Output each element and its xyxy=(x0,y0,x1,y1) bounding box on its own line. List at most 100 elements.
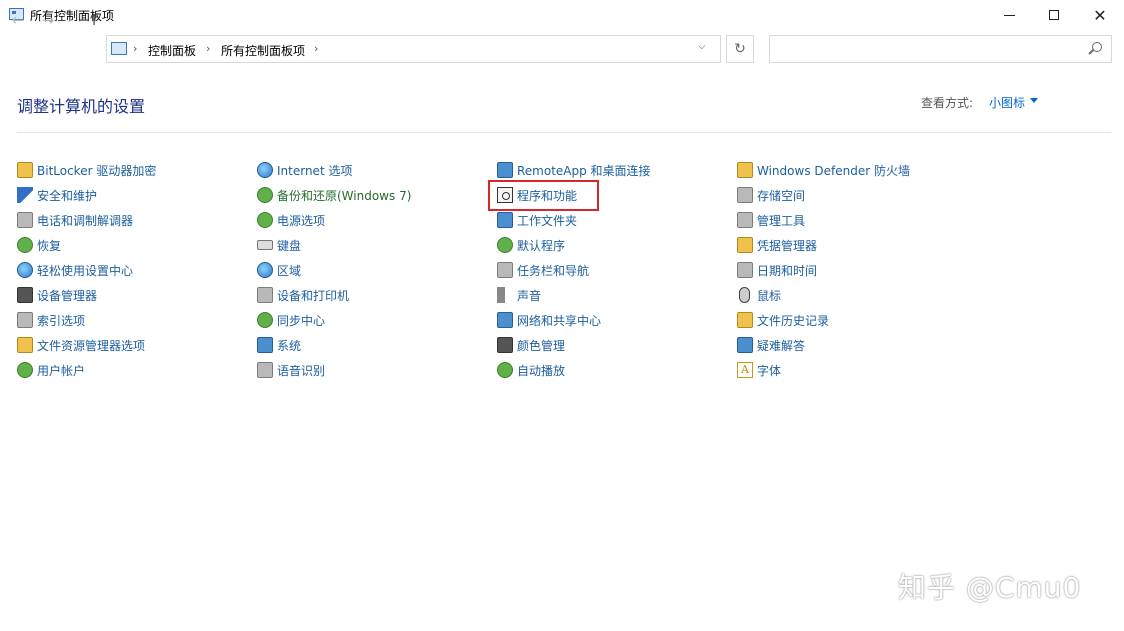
item-label: 凭据管理器 xyxy=(757,238,818,253)
breadcrumb-control-panel[interactable]: 控制面板 xyxy=(148,42,196,59)
credential-icon xyxy=(737,237,753,253)
troubleshoot-icon xyxy=(737,337,753,353)
firewall-icon xyxy=(737,162,753,178)
item-default-programs[interactable]: 默认程序 xyxy=(497,235,565,255)
item-file-explorer-options[interactable]: 文件资源管理器选项 xyxy=(17,335,145,355)
item-work-folders[interactable]: 工作文件夹 xyxy=(497,210,577,230)
item-label: 轻松使用设置中心 xyxy=(37,263,134,278)
arrow-left-icon: ← xyxy=(11,11,25,29)
font-icon xyxy=(737,362,753,378)
view-by-dropdown[interactable]: 小图标 xyxy=(989,94,1025,111)
highlight-box xyxy=(488,180,599,211)
page-title: 调整计算机的设置 xyxy=(17,97,146,116)
item-admin-tools[interactable]: 管理工具 xyxy=(737,210,805,230)
refresh-button[interactable]: ↻ xyxy=(726,35,754,63)
item-color-management[interactable]: 颜色管理 xyxy=(497,335,565,355)
item-user-accounts[interactable]: 用户帐户 xyxy=(17,360,85,380)
item-bitlocker[interactable]: BitLocker 驱动器加密 xyxy=(17,160,156,180)
breadcrumb-all-items[interactable]: 所有控制面板项 xyxy=(221,42,305,59)
item-label: 同步中心 xyxy=(277,313,326,328)
item-internet-options[interactable]: Internet 选项 xyxy=(257,160,352,180)
breadcrumb-separator[interactable]: › xyxy=(314,42,318,55)
item-label: 疑难解答 xyxy=(757,338,806,353)
color-management-icon xyxy=(497,337,513,353)
item-label: 颜色管理 xyxy=(517,338,566,353)
item-remoteapp[interactable]: RemoteApp 和桌面连接 xyxy=(497,160,651,180)
close-button[interactable]: ✕ xyxy=(1077,0,1123,30)
region-icon xyxy=(257,262,273,278)
item-label: 电源选项 xyxy=(277,213,326,228)
item-keyboard[interactable]: 键盘 xyxy=(257,235,301,255)
chevron-down-icon[interactable] xyxy=(1030,98,1038,103)
file-history-icon xyxy=(737,312,753,328)
recent-locations-button[interactable]: ⌵ xyxy=(63,10,75,30)
item-label: Internet 选项 xyxy=(277,163,353,178)
item-sound[interactable]: 声音 xyxy=(497,285,541,305)
minimize-button[interactable] xyxy=(986,0,1032,30)
close-icon: ✕ xyxy=(1093,5,1107,25)
item-label: 系统 xyxy=(277,338,302,353)
forward-button[interactable]: → xyxy=(38,10,58,30)
address-bar[interactable]: › 控制面板 › 所有控制面板项 › ⌵ xyxy=(106,35,721,63)
search-icon[interactable] xyxy=(1092,42,1102,52)
item-security-maintenance[interactable]: 安全和维护 xyxy=(17,185,97,205)
item-label: 文件资源管理器选项 xyxy=(37,338,146,353)
item-credential-manager[interactable]: 凭据管理器 xyxy=(737,235,817,255)
network-icon xyxy=(497,312,513,328)
search-box[interactable] xyxy=(769,35,1112,63)
item-file-history[interactable]: 文件历史记录 xyxy=(737,310,829,330)
item-date-time[interactable]: 日期和时间 xyxy=(737,260,817,280)
item-label: 恢复 xyxy=(37,238,62,253)
item-speech-recognition[interactable]: 语音识别 xyxy=(257,360,325,380)
item-devices-printers[interactable]: 设备和打印机 xyxy=(257,285,349,305)
item-troubleshooting[interactable]: 疑难解答 xyxy=(737,335,805,355)
item-mouse[interactable]: 鼠标 xyxy=(737,285,781,305)
item-power-options[interactable]: 电源选项 xyxy=(257,210,325,230)
chevron-down-icon: ⌵ xyxy=(65,15,73,25)
breadcrumb-separator[interactable]: › xyxy=(206,42,210,55)
item-label: 文件历史记录 xyxy=(757,313,830,328)
internet-options-icon xyxy=(257,162,273,178)
item-backup-restore[interactable]: 备份和还原(Windows 7) xyxy=(257,185,411,205)
calendar-icon xyxy=(737,262,753,278)
item-taskbar-navigation[interactable]: 任务栏和导航 xyxy=(497,260,589,280)
minimize-icon xyxy=(1003,14,1015,16)
up-button[interactable]: ↑ xyxy=(84,10,104,30)
item-sync-center[interactable]: 同步中心 xyxy=(257,310,325,330)
item-device-manager[interactable]: 设备管理器 xyxy=(17,285,97,305)
microphone-icon xyxy=(257,362,273,378)
address-dropdown-icon[interactable]: ⌵ xyxy=(698,41,714,52)
item-label: 自动播放 xyxy=(517,363,566,378)
item-label: 语音识别 xyxy=(277,363,326,378)
power-icon xyxy=(257,212,273,228)
flag-icon xyxy=(17,187,33,203)
indexing-icon xyxy=(17,312,33,328)
item-system[interactable]: 系统 xyxy=(257,335,301,355)
item-label: 键盘 xyxy=(277,238,302,253)
item-label: 字体 xyxy=(757,363,782,378)
item-label: 存储空间 xyxy=(757,188,806,203)
item-label: RemoteApp 和桌面连接 xyxy=(517,163,651,178)
item-storage-spaces[interactable]: 存储空间 xyxy=(737,185,805,205)
item-label: Windows Defender 防火墙 xyxy=(757,163,910,178)
maximize-icon xyxy=(1049,10,1059,20)
item-fonts[interactable]: 字体 xyxy=(737,360,781,380)
breadcrumb-separator[interactable]: › xyxy=(133,42,137,55)
folder-options-icon xyxy=(17,337,33,353)
keyboard-icon xyxy=(257,240,273,250)
item-ease-of-access[interactable]: 轻松使用设置中心 xyxy=(17,260,133,280)
title-bar: 所有控制面板项 ✕ xyxy=(0,0,1124,30)
maximize-button[interactable] xyxy=(1031,0,1077,30)
item-network-sharing[interactable]: 网络和共享中心 xyxy=(497,310,601,330)
back-button[interactable]: ← xyxy=(8,10,28,30)
item-firewall[interactable]: Windows Defender 防火墙 xyxy=(737,160,910,180)
item-autoplay[interactable]: 自动播放 xyxy=(497,360,565,380)
item-region[interactable]: 区域 xyxy=(257,260,301,280)
item-indexing[interactable]: 索引选项 xyxy=(17,310,85,330)
item-label: 安全和维护 xyxy=(37,188,98,203)
device-manager-icon xyxy=(17,287,33,303)
item-phone-modem[interactable]: 电话和调制解调器 xyxy=(17,210,133,230)
search-input[interactable] xyxy=(776,41,1080,59)
item-label: 声音 xyxy=(517,288,542,303)
item-recovery[interactable]: 恢复 xyxy=(17,235,61,255)
